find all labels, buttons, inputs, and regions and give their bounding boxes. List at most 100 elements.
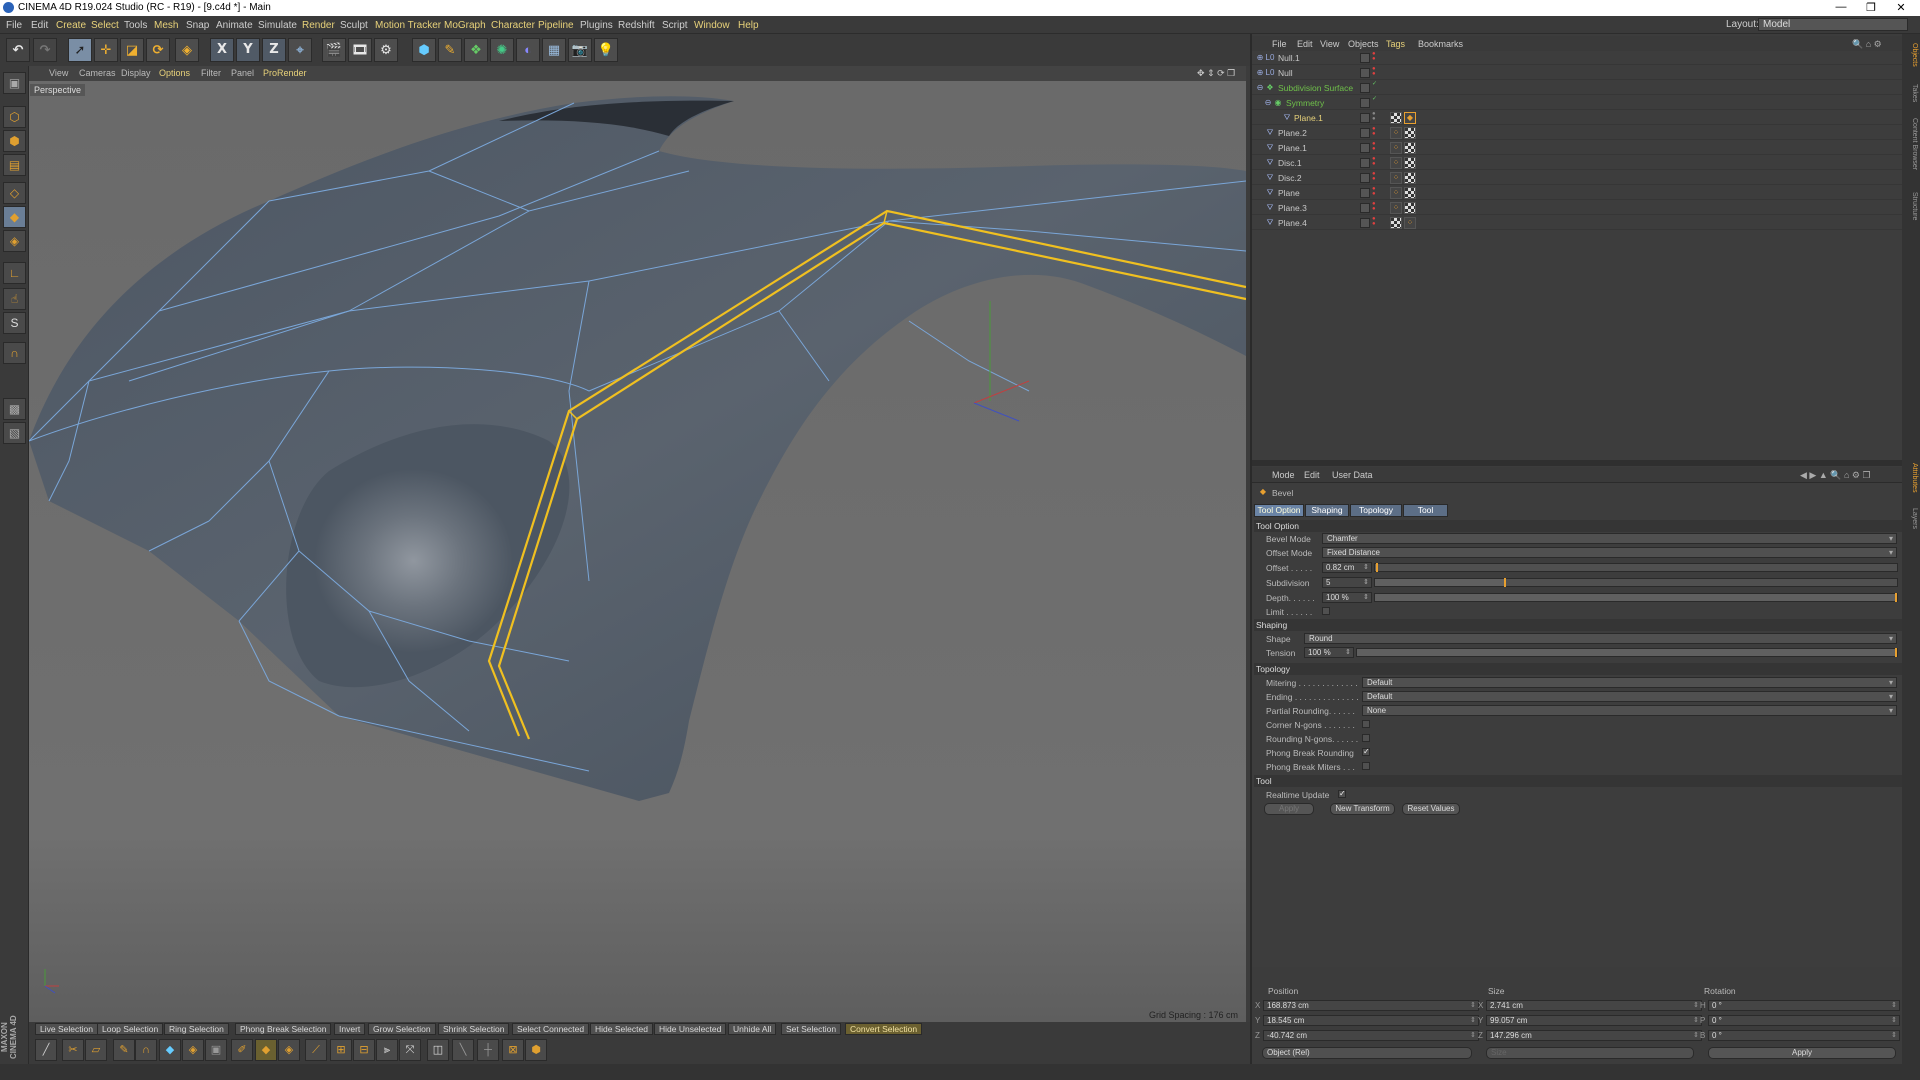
iron-icon[interactable]: ⟋ [305, 1039, 327, 1061]
visibility-dots-icon[interactable]: ● ● [1372, 141, 1378, 152]
menu-mograph[interactable]: MoGraph [444, 20, 486, 31]
new-transform-button[interactable]: New Transform [1330, 803, 1395, 815]
knife-icon[interactable]: ✂ [62, 1039, 84, 1061]
realtime-update-checkbox[interactable]: ✓ [1338, 790, 1346, 798]
menu-simulate[interactable]: Simulate [258, 20, 297, 31]
visibility-dots-icon[interactable]: ● ● [1372, 51, 1378, 62]
layer-icon[interactable] [1360, 143, 1370, 153]
camera-icon[interactable]: 📷 [568, 38, 592, 62]
bevel-mode-select[interactable]: Chamfer [1322, 533, 1897, 544]
weld-icon[interactable]: ⊞ [330, 1039, 352, 1061]
viewport-navigation-icon[interactable]: ✥ ⇕ ⟳ ❐ [1197, 68, 1235, 79]
texture-tag-icon[interactable] [1404, 142, 1416, 154]
matrix-extrude-icon[interactable]: ▣ [205, 1039, 227, 1061]
dissolve-icon[interactable]: ⤧ [399, 1039, 421, 1061]
set-selection-button[interactable]: Set Selection [781, 1023, 842, 1035]
ring-selection-button[interactable]: Ring Selection [164, 1023, 229, 1035]
object-row[interactable]: ⛛ Plane ● ● ⁘ [1252, 186, 1904, 200]
cube-primitive-icon[interactable]: ⬢ [412, 38, 436, 62]
rounding-ngons-checkbox[interactable] [1362, 734, 1370, 742]
layer-icon[interactable] [1360, 83, 1370, 93]
tab-topology[interactable]: Topology [1350, 504, 1402, 517]
coordinate-mode-select[interactable]: Object (Rel) [1262, 1047, 1472, 1059]
invert-button[interactable]: Invert [334, 1023, 366, 1035]
depth-field[interactable]: 100 % [1322, 592, 1372, 603]
menu-redshift[interactable]: Redshift [618, 20, 655, 31]
apply-button[interactable]: Apply [1264, 803, 1314, 815]
menu-help[interactable]: Help [738, 20, 759, 31]
menu-character[interactable]: Character [491, 20, 535, 31]
expand-icon[interactable]: ⊕ [1255, 53, 1265, 63]
floor-scene-icon[interactable]: ▦ [542, 38, 566, 62]
ending-select[interactable]: Default [1362, 691, 1897, 702]
menu-mesh[interactable]: Mesh [154, 20, 178, 31]
menu-select[interactable]: Select [91, 20, 119, 31]
attr-menu-user-data[interactable]: User Data [1332, 470, 1373, 480]
side-tab-layers[interactable]: Layers [1904, 504, 1918, 534]
texture-tag-icon[interactable] [1404, 172, 1416, 184]
magnet-icon[interactable]: ∩ [3, 342, 26, 364]
position-y-field[interactable]: 18.545 cm [1263, 1015, 1479, 1026]
phong-tag-icon[interactable]: ⁘ [1390, 157, 1402, 169]
x-axis-lock-icon[interactable]: X [210, 38, 234, 62]
model-mode-icon[interactable]: ⬡ [3, 106, 26, 128]
y-axis-lock-icon[interactable]: Y [236, 38, 260, 62]
collapse-icon[interactable]: ⊖ [1263, 98, 1273, 108]
layer-icon[interactable] [1360, 53, 1370, 63]
tension-field[interactable]: 100 % [1304, 647, 1354, 658]
texture-tag-icon[interactable] [1390, 112, 1402, 124]
layer-icon[interactable] [1360, 68, 1370, 78]
phong-tag-icon[interactable]: ⁘ [1390, 127, 1402, 139]
reset-values-button[interactable]: Reset Values [1402, 803, 1460, 815]
deformer-icon[interactable]: ◐ [516, 38, 540, 62]
phong-break-rounding-checkbox[interactable]: ✓ [1362, 748, 1370, 756]
object-row[interactable]: ⛛ Plane.2 ● ● ⁘ [1252, 126, 1904, 140]
magnet-tool-icon[interactable]: ∩ [135, 1039, 157, 1061]
layer-icon[interactable] [1360, 128, 1370, 138]
om-menu-objects[interactable]: Objects [1348, 39, 1379, 49]
clone-icon[interactable]: ⬢ [525, 1039, 547, 1061]
visibility-dots-icon[interactable]: ● ● [1372, 156, 1378, 167]
enabled-check-icon[interactable]: ✓ [1372, 96, 1378, 102]
phong-tag-icon[interactable]: ⁘ [1390, 202, 1402, 214]
viewport-menu-options[interactable]: Options [159, 68, 190, 78]
object-row[interactable]: ⛛ Disc.1 ● ● ⁘ [1252, 156, 1904, 170]
loop-selection-button[interactable]: Loop Selection [97, 1023, 164, 1035]
phong-tag-icon[interactable]: ⁘ [1390, 187, 1402, 199]
visibility-dots-icon[interactable]: ● ● [1372, 171, 1378, 182]
enabled-check-icon[interactable]: ✓ [1372, 81, 1378, 87]
collapse-icon[interactable]: ⊖ [1255, 83, 1265, 93]
snap-icon[interactable]: S [3, 312, 26, 334]
workplane-lock-icon[interactable]: ▩ [3, 398, 26, 420]
layer-icon[interactable] [1360, 188, 1370, 198]
viewport-menu-prorender[interactable]: ProRender [263, 68, 307, 78]
rotation-p-field[interactable]: 0 ° [1708, 1015, 1900, 1026]
menu-animate[interactable]: Animate [216, 20, 253, 31]
object-row[interactable]: ⊕ L0 Null ● ● [1252, 66, 1904, 80]
offset-mode-select[interactable]: Fixed Distance [1322, 547, 1897, 558]
point-mode-icon[interactable]: ◇ [3, 182, 26, 204]
viewport-menu-view[interactable]: View [49, 68, 68, 78]
subdivision-slider[interactable] [1374, 578, 1898, 587]
texture-mode-icon[interactable]: ⬢ [3, 130, 26, 152]
convert-selection-button[interactable]: Convert Selection [845, 1023, 923, 1035]
planar-workplane-icon[interactable]: ▧ [3, 422, 26, 444]
menu-edit[interactable]: Edit [31, 20, 48, 31]
phong-tag-icon[interactable]: ⁘ [1404, 217, 1416, 229]
move-icon[interactable]: ✛ [94, 38, 118, 62]
melt-icon[interactable]: ╲ [452, 1039, 474, 1061]
viewport-menu-display[interactable]: Display [121, 68, 151, 78]
side-tab-attributes[interactable]: Attributes [1904, 456, 1918, 500]
side-tab-takes[interactable]: Takes [1904, 78, 1918, 108]
hide-unselected-button[interactable]: Hide Unselected [654, 1023, 727, 1035]
texture-tag-icon[interactable] [1404, 187, 1416, 199]
offset-field[interactable]: 0.82 cm [1322, 562, 1372, 573]
menu-sculpt[interactable]: Sculpt [340, 20, 368, 31]
live-selection-button[interactable]: Live Selection [35, 1023, 98, 1035]
menu-tools[interactable]: Tools [124, 20, 147, 31]
menu-create[interactable]: Create [56, 20, 86, 31]
scale-icon[interactable]: ◪ [120, 38, 144, 62]
coordinates-apply-button[interactable]: Apply [1708, 1047, 1896, 1059]
workplane-mode-icon[interactable]: ▤ [3, 154, 26, 176]
texture-tag-icon[interactable] [1390, 217, 1402, 229]
